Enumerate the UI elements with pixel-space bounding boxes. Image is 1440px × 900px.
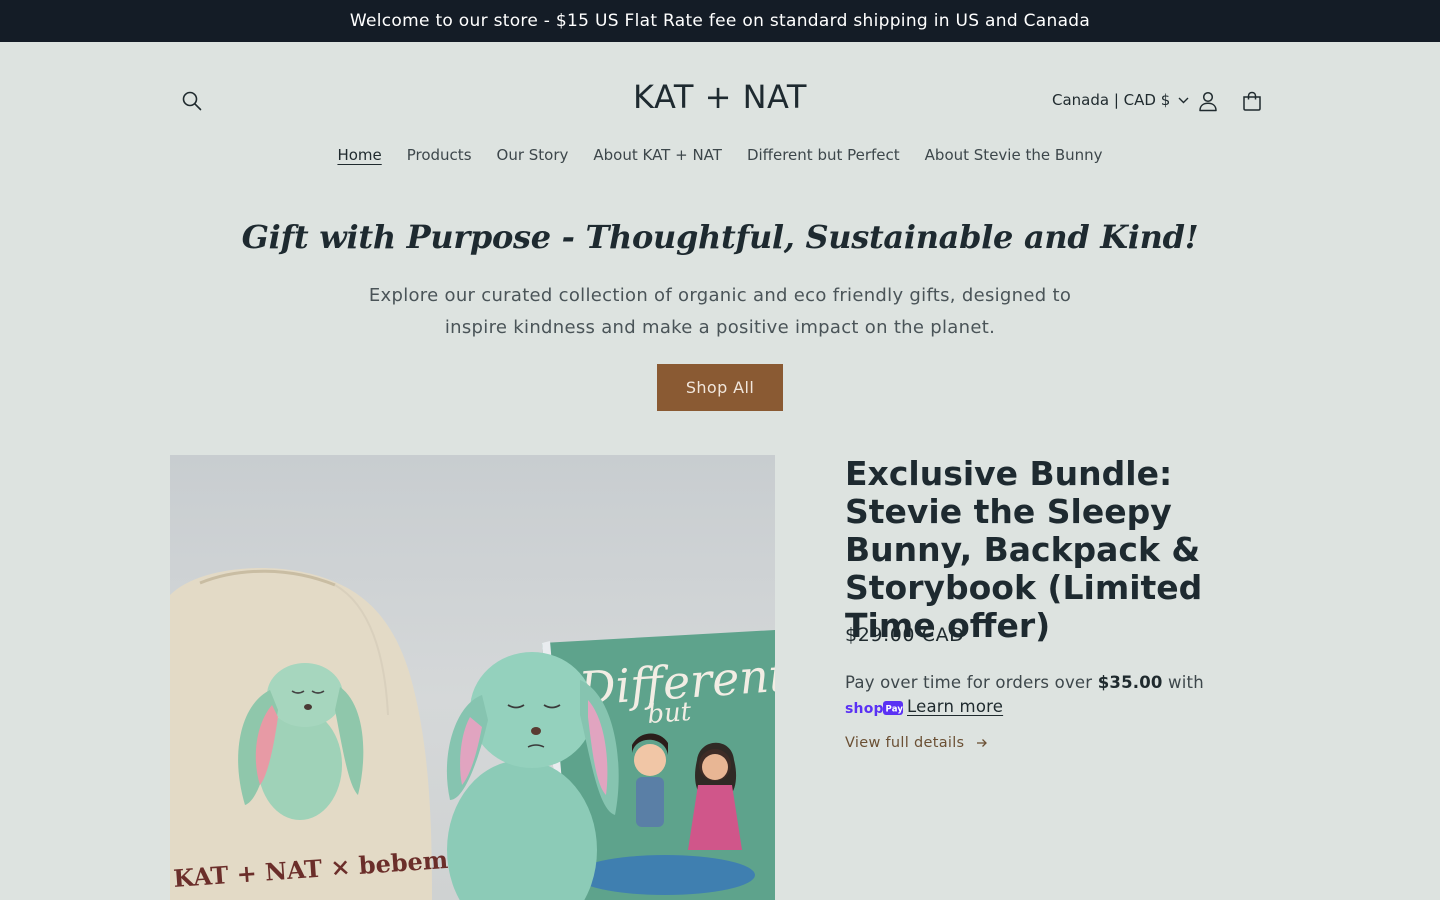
hero-title: Gift with Purpose - Thoughtful, Sustaina… xyxy=(241,218,1199,256)
shop-pay-badge-text: Pay xyxy=(886,704,904,714)
shop-pay-wordmark: shop xyxy=(845,701,884,716)
account-icon xyxy=(1199,91,1217,112)
book-girl-1-head xyxy=(634,744,666,776)
nav-item-products[interactable]: Products xyxy=(407,138,472,174)
nav-item-about-stevie[interactable]: About Stevie the Bunny xyxy=(925,138,1103,174)
view-full-details-link[interactable]: View full details xyxy=(845,735,988,751)
installments-threshold: $35.00 xyxy=(1097,673,1163,692)
nav-item-our-story[interactable]: Our Story xyxy=(497,138,569,174)
product-photo-illustration: KAT + NAT × bebemoss Different but xyxy=(170,568,775,900)
search-icon xyxy=(182,91,202,111)
crochet-bunny-head xyxy=(470,652,594,768)
locale-label: Canada | CAD $ xyxy=(1052,91,1171,109)
learn-more-link[interactable]: Learn more xyxy=(907,697,1003,716)
installments-message: Pay over time for orders over $35.00 wit… xyxy=(845,671,1215,719)
account-button[interactable] xyxy=(1186,80,1230,122)
main-navigation: Home Products Our Story About KAT + NAT … xyxy=(0,138,1440,174)
bag-bunny-head xyxy=(267,663,343,727)
search-button[interactable] xyxy=(170,80,214,122)
nav-item-different-but-perfect[interactable]: Different but Perfect xyxy=(747,138,900,174)
nav-item-home[interactable]: Home xyxy=(337,138,381,174)
crochet-bunny-nose xyxy=(531,727,541,735)
bag-bunny-nose xyxy=(304,704,312,710)
book-illustration-pool xyxy=(575,855,755,895)
country-currency-selector[interactable]: Canada | CAD $ xyxy=(1040,84,1201,116)
product-image[interactable]: KAT + NAT × bebemoss Different but xyxy=(170,455,775,900)
installments-prefix: Pay over time for orders over xyxy=(845,673,1093,692)
announcement-bar: Welcome to our store - $15 US Flat Rate … xyxy=(0,0,1440,42)
product-title[interactable]: Exclusive Bundle: Stevie the Sleepy Bunn… xyxy=(845,455,1215,645)
book-girl-2-face xyxy=(702,754,728,780)
store-logo[interactable]: KAT + NAT xyxy=(560,78,880,116)
view-details-label: View full details xyxy=(845,735,965,751)
shop-pay-logo-icon: shop Pay xyxy=(845,700,903,716)
book-title-line-2: but xyxy=(646,697,692,730)
cart-icon xyxy=(1243,91,1261,111)
shop-all-button[interactable]: Shop All xyxy=(657,364,783,411)
arrow-right-icon xyxy=(977,739,988,747)
book-girl-1-outfit xyxy=(636,777,664,827)
announcement-text: Welcome to our store - $15 US Flat Rate … xyxy=(349,11,1091,31)
hero-description: Explore our curated collection of organi… xyxy=(368,285,1072,338)
cart-button[interactable] xyxy=(1230,80,1274,122)
nav-item-about-kat-nat[interactable]: About KAT + NAT xyxy=(593,138,722,174)
installments-suffix: with xyxy=(1168,673,1204,692)
product-price: $29.00 CAD xyxy=(845,624,965,646)
